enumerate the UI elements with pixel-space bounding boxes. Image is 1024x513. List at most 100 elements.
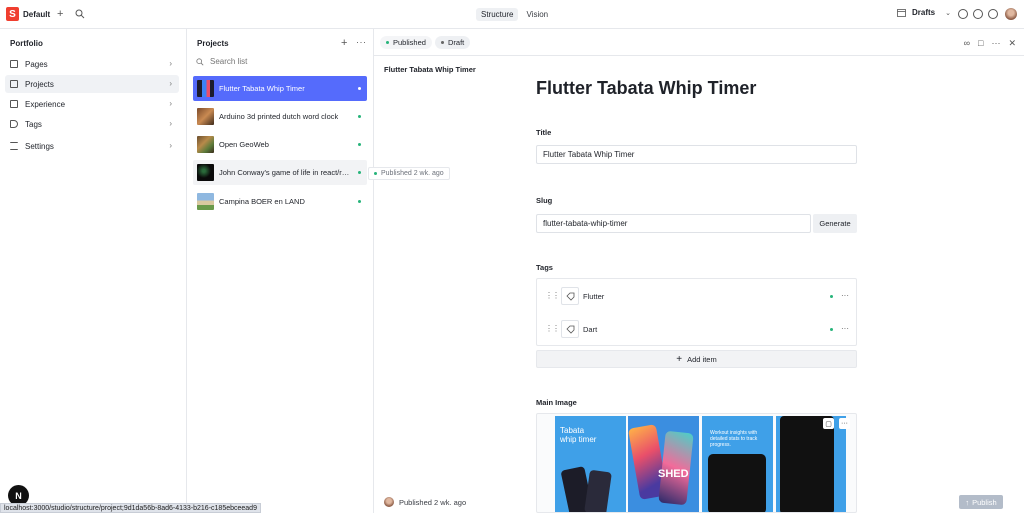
browser-status-url: localhost:3000/studio/structure/project;… <box>0 503 261 513</box>
tag-row[interactable]: ⋮⋮ Dart ··· <box>537 317 856 342</box>
tag-icon <box>561 320 579 338</box>
main-image-preview[interactable]: Tabata whip timer SHED Workout insights … <box>536 413 857 513</box>
publish-label: Publish <box>972 497 997 507</box>
published-chip[interactable]: Published <box>380 36 432 49</box>
search-list <box>196 57 330 66</box>
published-status-dot <box>358 115 361 118</box>
draft-status-dot <box>441 41 444 44</box>
perspective-label: Drafts <box>912 8 936 17</box>
footer-status-text: Published 2 wk. ago <box>399 497 467 507</box>
tasks-icon[interactable] <box>958 9 968 19</box>
list-item[interactable]: Flutter Tabata Whip Timer <box>193 76 367 101</box>
add-item-label: Add item <box>687 354 717 364</box>
draft-chip[interactable]: Draft <box>435 36 471 49</box>
published-status-dot <box>358 143 361 146</box>
sidebar-item-label: Settings <box>25 141 54 151</box>
help-icon[interactable] <box>988 9 998 19</box>
tags-array: ⋮⋮ Flutter ··· ⋮⋮ Dart ··· <box>536 278 857 346</box>
document-heading: Flutter Tabata Whip Timer <box>536 78 757 98</box>
more-options-icon[interactable]: ··· <box>841 291 849 300</box>
tag-label: Dart <box>583 325 598 334</box>
tab-structure[interactable]: Structure <box>476 8 519 21</box>
close-icon[interactable]: ✕ <box>1008 38 1016 49</box>
workspace-name[interactable]: Default <box>23 10 50 19</box>
published-chip-label: Published <box>393 38 426 47</box>
published-status-dot <box>358 200 361 203</box>
link-icon[interactable]: ∞ <box>964 38 970 49</box>
structure-pane-portfolio: Portfolio Pages › Projects › Experience … <box>0 29 187 513</box>
calendar-icon <box>897 9 906 17</box>
sidebar-item-label: Pages <box>25 59 48 69</box>
chevron-right-icon: › <box>169 141 172 150</box>
sidebar-item-pages[interactable]: Pages › <box>5 55 179 73</box>
add-item-button[interactable]: + Add item <box>536 350 857 368</box>
chevron-right-icon: › <box>169 99 172 108</box>
tag-icon <box>10 120 18 128</box>
image-caption: Tabata whip timer <box>560 426 597 444</box>
tab-vision[interactable]: Vision <box>521 8 553 21</box>
search-icon <box>196 57 204 65</box>
list-item[interactable]: Open GeoWeb <box>193 132 367 157</box>
perspective-select[interactable]: Drafts ⌄ <box>897 8 951 17</box>
more-options-icon[interactable]: ··· <box>991 38 1000 49</box>
users-icon[interactable] <box>973 9 983 19</box>
sidebar-item-label: Projects <box>25 79 54 89</box>
crop-icon[interactable]: ▢ <box>823 418 834 429</box>
pane-title: Portfolio <box>10 39 43 48</box>
main-image-label: Main Image <box>536 398 577 407</box>
generate-button[interactable]: Generate <box>813 214 857 233</box>
create-document-icon[interactable]: + <box>341 37 347 49</box>
published-status-dot <box>358 171 361 174</box>
search-input[interactable] <box>210 57 330 66</box>
tool-tabs: Structure Vision <box>476 8 553 21</box>
project-thumbnail <box>197 80 214 97</box>
user-avatar[interactable] <box>1005 8 1017 20</box>
project-thumbnail <box>197 193 214 210</box>
drag-handle-icon[interactable]: ⋮⋮ <box>545 291 560 300</box>
document-footer-status: Published 2 wk. ago <box>384 497 466 507</box>
draft-chip-label: Draft <box>448 38 465 47</box>
document-icon <box>10 80 18 88</box>
image-caption: Workout insights with detailed stats to … <box>710 430 758 448</box>
sidebar-item-label: Experience <box>25 99 66 109</box>
pane-title: Projects <box>197 39 229 48</box>
published-status-dot <box>830 295 833 298</box>
published-status-dot <box>358 87 361 90</box>
title-field[interactable] <box>536 145 857 164</box>
document-header: Published Draft ∞ □ ··· ✕ <box>374 29 1024 56</box>
list-item[interactable]: Arduino 3d printed dutch word clock <box>193 104 367 129</box>
project-thumbnail <box>197 108 214 125</box>
avatar <box>384 497 394 507</box>
comment-icon[interactable]: □ <box>978 38 983 49</box>
chevron-right-icon: › <box>169 119 172 128</box>
list-item-title: Campina BOER en LAND <box>219 197 305 206</box>
search-icon[interactable] <box>75 9 85 19</box>
tag-icon <box>561 287 579 305</box>
plus-icon: + <box>676 353 683 365</box>
slug-label: Slug <box>536 196 553 205</box>
image-panel: Workout insights with detailed stats to … <box>702 416 773 512</box>
list-item[interactable]: Campina BOER en LAND <box>193 189 367 214</box>
list-item[interactable]: John Conway's game of life in react/re..… <box>193 160 367 185</box>
publish-icon: ↑ <box>965 497 970 507</box>
tag-row[interactable]: ⋮⋮ Flutter ··· <box>537 284 856 309</box>
more-options-icon[interactable]: ··· <box>841 324 849 333</box>
create-new-icon[interactable]: + <box>57 9 63 20</box>
sidebar-item-projects[interactable]: Projects › <box>5 75 179 93</box>
more-options-icon[interactable]: ··· <box>839 418 850 429</box>
image-panel: Tabata whip timer <box>555 416 626 512</box>
sidebar-item-tags[interactable]: Tags › <box>5 115 179 133</box>
list-item-title: Arduino 3d printed dutch word clock <box>219 112 339 121</box>
sidebar-item-settings[interactable]: Settings › <box>5 137 179 155</box>
list-item-title: John Conway's game of life in react/re..… <box>219 168 352 177</box>
sanity-logo[interactable]: S <box>6 7 19 21</box>
image-panel: SHED <box>627 416 699 512</box>
more-options-icon[interactable]: ··· <box>356 37 367 47</box>
slug-field[interactable] <box>536 214 811 233</box>
tags-label: Tags <box>536 263 553 272</box>
document-breadcrumb-title: Flutter Tabata Whip Timer <box>384 65 476 74</box>
drag-handle-icon[interactable]: ⋮⋮ <box>545 324 560 333</box>
published-status-dot <box>386 41 389 44</box>
publish-button[interactable]: ↑ Publish <box>959 495 1003 509</box>
sidebar-item-experience[interactable]: Experience › <box>5 95 179 113</box>
